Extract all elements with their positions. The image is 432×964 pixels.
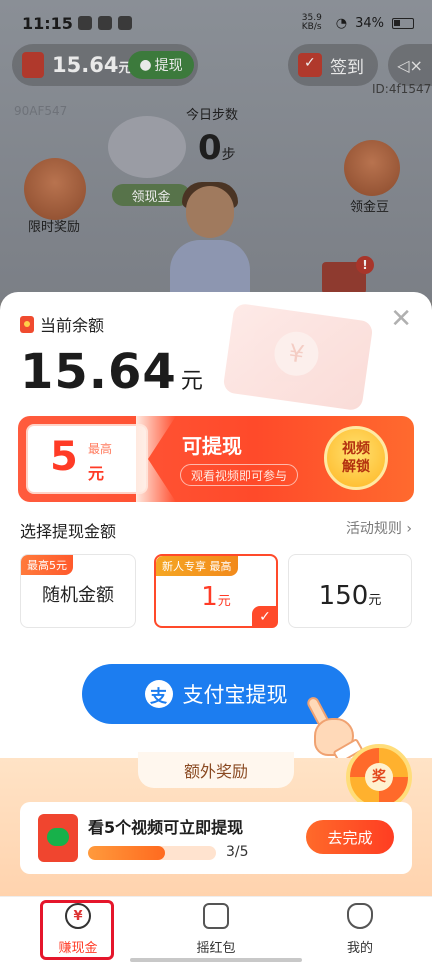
notification-icons — [78, 16, 132, 30]
option-label: 随机金额 — [42, 585, 114, 606]
bg-balance-amount: 15.64元 — [52, 53, 132, 77]
coupon-edge-decoration — [136, 416, 176, 502]
profile-face-icon — [347, 903, 373, 929]
steps-value: 0步 — [198, 128, 236, 168]
wifi-icon: ◔ — [335, 15, 348, 31]
task-progress-text: 3/5 — [226, 844, 249, 860]
wheel-label: 奖 — [365, 763, 393, 791]
status-time: 11:15 — [22, 14, 73, 33]
status-bar: 11:15 35.9 KB/s ◔ 34% — [0, 0, 432, 44]
status-right: 35.9 KB/s ◔ 34% — [302, 14, 414, 32]
time-reward-label[interactable]: 限时奖励 — [28, 216, 80, 235]
amount-section-header: 选择提现金额 活动规则 › — [20, 518, 412, 542]
net-speed: 35.9 KB/s — [301, 13, 322, 32]
home-indicator — [130, 958, 302, 962]
coupon-card: 5 最高 元 — [26, 424, 148, 494]
task-progress-fill — [88, 846, 165, 860]
alipay-withdraw-label: 支付宝提现 — [182, 683, 288, 707]
extra-reward-section: 额外奖励 奖 看5个视频可立即提现 3/5 去完成 — [0, 744, 432, 896]
calendar-check-icon — [298, 53, 322, 77]
amount-option-1-yuan[interactable]: 新人专享 最高 1元 ✓ — [154, 554, 278, 628]
sign-in-label: 签到 — [330, 57, 364, 78]
close-icon[interactable]: ✕ — [390, 306, 412, 332]
task-title: 看5个视频可立即提现 — [88, 818, 244, 837]
tab-profile[interactable]: 我的 — [320, 903, 400, 961]
extra-reward-title: 额外奖励 — [138, 752, 294, 788]
alert-badge: ! — [356, 256, 374, 274]
prize-wheel-icon[interactable]: 奖 — [346, 744, 412, 810]
video-unlock-button[interactable]: 视频 解锁 — [324, 426, 388, 490]
balance-header: 当前余额 — [20, 312, 104, 336]
red-envelope-icon — [22, 52, 44, 78]
battery-icon — [392, 17, 414, 29]
faint-id-text: 90AF547 — [14, 104, 68, 118]
bg-withdraw-label: 提现 — [154, 58, 183, 74]
option-tag: 新人专享 最高 — [156, 556, 238, 576]
video-unlock-banner[interactable]: 5 最高 元 可提现 观看视频即可参与 视频 解锁 — [18, 416, 414, 502]
selected-check-icon: ✓ — [252, 606, 278, 628]
coupon-max: 最高 — [88, 442, 113, 456]
balance-unit: 元 — [180, 369, 203, 394]
background-app: 11:15 35.9 KB/s ◔ 34% 15.64元 ● 提现 签到 ◁× … — [0, 0, 432, 300]
withdraw-sheet: ✕ 当前余额 15.64 元 5 最高 元 可提现 观看视频即可参与 视频 解锁… — [0, 292, 432, 896]
red-packet-box-icon — [203, 903, 229, 929]
amount-option-random[interactable]: 最高5元 随机金额 — [20, 554, 136, 628]
character-avatar — [168, 182, 252, 300]
gold-bean-bag-icon[interactable] — [344, 140, 400, 196]
promo-subtitle: 观看视频即可参与 — [180, 464, 299, 486]
current-balance: 15.64 元 — [20, 344, 203, 400]
wechat-icon: ● — [139, 57, 152, 73]
choose-amount-label: 选择提现金额 — [20, 522, 117, 541]
time-reward-bag-icon[interactable] — [24, 158, 86, 220]
tab-label: 我的 — [346, 941, 373, 956]
sign-in-button[interactable]: 签到 — [288, 44, 378, 86]
speaker-muted-icon: ◁× — [397, 55, 423, 75]
balance-value: 15.64 — [20, 344, 177, 400]
active-tab-highlight-frame — [40, 900, 114, 960]
collect-cash-bubble[interactable] — [108, 116, 186, 178]
option-value: 150元 — [318, 581, 382, 611]
battery-level: 34% — [355, 15, 384, 31]
amount-option-150-yuan[interactable]: 150元 — [288, 554, 412, 628]
pointing-hand-icon — [304, 695, 364, 765]
steps-label: 今日步数 — [186, 108, 239, 123]
tab-label: 摇红包 — [196, 941, 236, 956]
task-progress-bar — [88, 846, 216, 860]
option-tag: 最高5元 — [21, 555, 73, 575]
collect-beans-label[interactable]: 领金豆 — [350, 196, 389, 215]
video-task-card: 看5个视频可立即提现 3/5 去完成 — [20, 802, 412, 874]
unlock-line2: 解锁 — [342, 459, 370, 475]
bg-withdraw-button[interactable]: ● 提现 — [128, 51, 194, 79]
promo-title: 可提现 — [182, 434, 242, 458]
decorative-red-packet — [222, 302, 374, 412]
alipay-icon: 支 — [144, 680, 173, 708]
user-id: ID:4f1547 — [372, 82, 432, 96]
coupon-unit: 元 — [88, 464, 105, 483]
red-packet-icon — [20, 315, 34, 333]
tab-shake-red-packet[interactable]: 摇红包 — [176, 903, 256, 961]
coupon-value: 5 — [50, 434, 78, 480]
go-complete-button[interactable]: 去完成 — [306, 820, 394, 854]
wechat-red-envelope-icon — [38, 814, 78, 862]
unlock-line1: 视频 — [342, 441, 370, 457]
sound-toggle-button[interactable]: ◁× — [388, 44, 432, 86]
balance-title: 当前余额 — [40, 316, 105, 335]
activity-rules-link[interactable]: 活动规则 › — [346, 518, 412, 542]
